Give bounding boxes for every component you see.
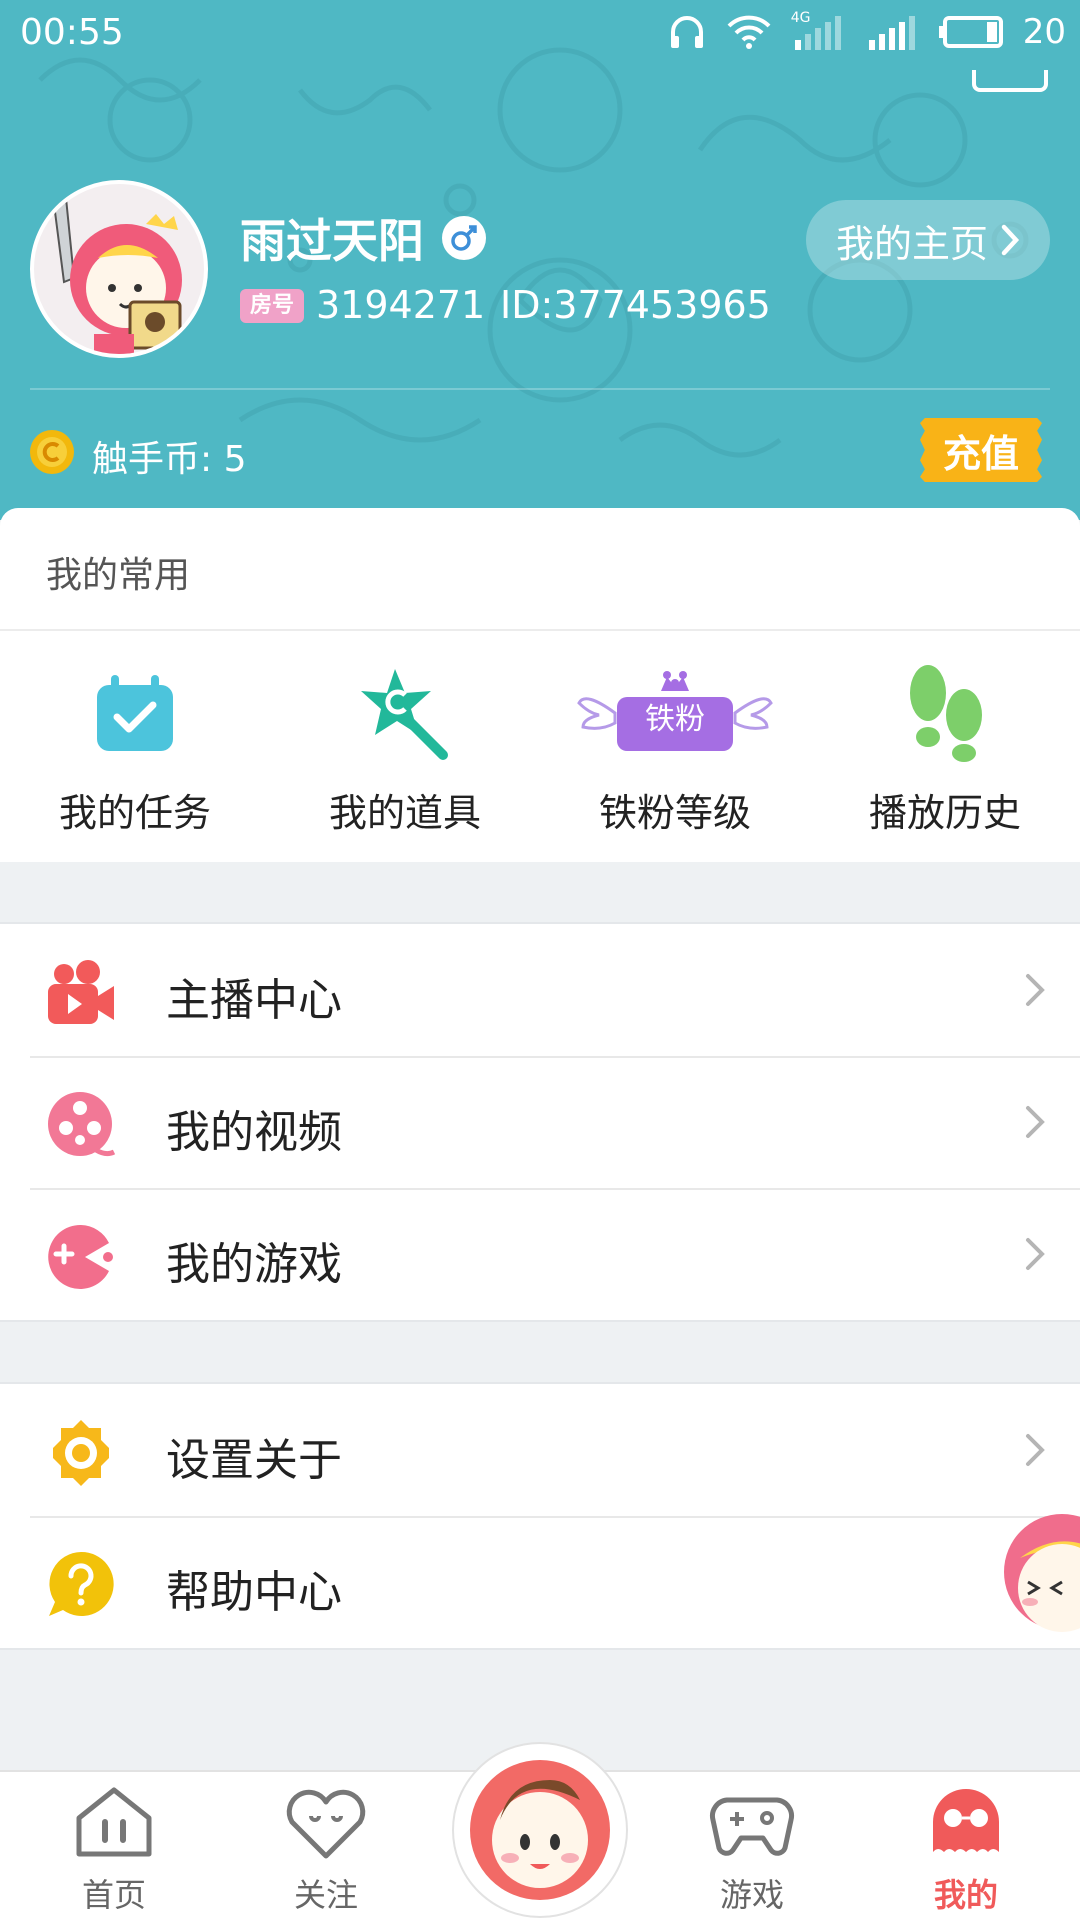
video-camera-icon <box>48 960 114 1024</box>
menu-label: 设置关于 <box>166 1435 342 1486</box>
nav-follow[interactable]: 关注 <box>256 1782 396 1916</box>
chevron-right-icon <box>1026 1434 1045 1466</box>
common-tools-card: 我的常用 我的任务 我的道具 铁粉 铁粉等级 播放历史 <box>0 508 1080 862</box>
menu-item-anchor-center[interactable]: 主播中心 <box>0 924 1080 1056</box>
male-gender-icon <box>442 216 486 260</box>
shortcut-my-tasks[interactable]: 我的任务 <box>0 658 270 848</box>
profile-header: 00:55 4G 20 雨过天阳 房号 3194271 ID:377453965… <box>0 0 1080 520</box>
menu-label: 帮助中心 <box>166 1567 342 1618</box>
username: 雨过天阳 <box>240 214 424 268</box>
my-homepage-button[interactable]: 我的主页 <box>806 200 1050 280</box>
gamepad-icon <box>710 1797 794 1856</box>
nav-label: 游戏 <box>719 1876 784 1914</box>
fan-level-icon: 铁粉 <box>575 658 775 768</box>
shortcut-play-history[interactable]: 播放历史 <box>810 658 1080 848</box>
recharge-button[interactable]: 充值 <box>920 418 1042 482</box>
nav-center-live-button[interactable] <box>452 1742 628 1918</box>
shortcut-my-props[interactable]: 我的道具 <box>270 658 540 848</box>
chevron-right-icon <box>1026 1238 1045 1270</box>
status-icons: 4G 20 <box>667 8 1066 56</box>
signal-bars-icon <box>868 16 915 50</box>
mascot-center-icon <box>470 1760 610 1900</box>
shortcut-label: 我的道具 <box>328 791 481 835</box>
wifi-icon <box>727 15 771 49</box>
nav-games[interactable]: 游戏 <box>682 1782 822 1916</box>
magic-wand-icon <box>345 658 465 768</box>
shortcut-label: 铁粉等级 <box>598 791 751 835</box>
common-divider <box>0 629 1080 631</box>
menu-label: 我的视频 <box>166 1107 342 1158</box>
menu-item-settings-about[interactable]: 设置关于 <box>0 1384 1080 1516</box>
coin-balance: 触手币: 5 <box>92 439 247 480</box>
nav-label: 关注 <box>293 1876 358 1914</box>
menu-item-help-center[interactable]: 帮助中心 <box>0 1516 1080 1648</box>
menu-item-my-videos[interactable]: 我的视频 <box>0 1056 1080 1188</box>
menu-group-settings: 设置关于 帮助中心 <box>0 1382 1080 1650</box>
help-question-icon <box>49 1551 114 1616</box>
coin-icon <box>30 430 74 474</box>
avatar[interactable] <box>30 180 208 358</box>
signal-4g-icon: 4G <box>791 10 847 52</box>
task-calendar-icon <box>75 658 195 768</box>
headphones-icon <box>670 16 703 48</box>
heart-face-icon <box>286 1789 366 1859</box>
menu-label: 主播中心 <box>166 975 342 1026</box>
shortcut-label: 播放历史 <box>868 791 1021 835</box>
status-time: 00:55 <box>20 12 124 53</box>
chevron-right-icon <box>1026 1106 1045 1138</box>
nav-label: 我的 <box>933 1876 998 1914</box>
mascot-face-icon <box>1004 1514 1080 1632</box>
menu-label: 我的游戏 <box>166 1239 342 1290</box>
fan-badge-text: 铁粉 <box>645 702 705 737</box>
floating-mascot-button[interactable] <box>1000 1512 1080 1632</box>
room-number: 3194271 <box>316 283 486 327</box>
user-id: ID:377453965 <box>500 283 771 327</box>
home-icon <box>76 1787 152 1857</box>
menu-group-main: 主播中心 我的视频 我的游戏 <box>0 922 1080 1322</box>
shortcut-fan-level[interactable]: 铁粉 铁粉等级 <box>540 658 810 848</box>
film-reel-icon <box>48 1092 116 1157</box>
dropdown-tab[interactable] <box>972 70 1048 92</box>
chevron-right-icon <box>1026 974 1045 1006</box>
menu-item-my-games[interactable]: 我的游戏 <box>0 1188 1080 1320</box>
nav-mine[interactable]: 我的 <box>896 1782 1036 1916</box>
nav-home[interactable]: 首页 <box>44 1782 184 1916</box>
game-pacman-icon <box>48 1224 113 1289</box>
my-homepage-label: 我的主页 <box>835 221 988 266</box>
avatar-illustration <box>34 184 204 354</box>
shortcut-label: 我的任务 <box>58 791 211 835</box>
footprints-icon <box>885 658 1005 768</box>
battery-level: 20 <box>1022 12 1066 52</box>
nav-label: 首页 <box>81 1876 146 1914</box>
common-tools-title: 我的常用 <box>46 555 191 596</box>
chevron-right-icon <box>1001 224 1020 256</box>
room-badge: 房号 <box>240 289 304 323</box>
battery-icon <box>938 16 1003 48</box>
octopus-icon <box>933 1789 999 1852</box>
header-divider <box>30 388 1050 390</box>
settings-gear-icon <box>53 1420 109 1486</box>
status-bar: 00:55 4G 20 <box>0 0 1080 64</box>
